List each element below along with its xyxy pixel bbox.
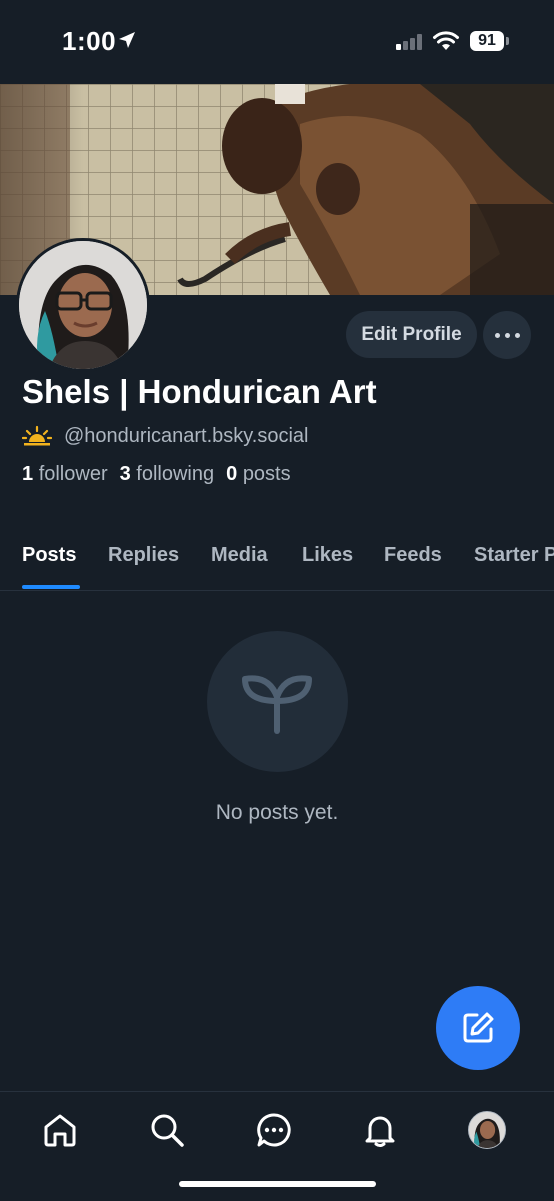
chat-icon[interactable] [256,1112,292,1148]
location-arrow-icon [119,32,135,48]
home-indicator [179,1181,376,1187]
active-tab-indicator [22,585,80,589]
tab-media[interactable]: Media [211,544,268,567]
posts-label: posts [242,463,291,485]
empty-state-message: No posts yet. [215,801,339,824]
sunrise-icon [22,425,52,446]
more-options-button[interactable] [483,311,531,359]
edit-profile-button[interactable]: Edit Profile [346,311,477,358]
status-bar: 1:00 91 [0,0,554,84]
search-icon[interactable] [149,1112,185,1148]
profile-handle: @honduricanart.bsky.social [64,424,309,447]
profile-avatar[interactable] [16,238,150,372]
wifi-icon [433,31,459,50]
ellipsis-icon-dot [515,333,520,338]
display-name: Shels | Hondurican Art [22,373,377,410]
compose-icon [463,1012,494,1043]
followers-stat[interactable]: 1 follower [22,463,108,485]
posts-stat: 0 posts [226,463,291,485]
profile-stats: 1 follower 3 following 0 posts [22,463,291,486]
cellular-signal-icon [396,34,422,50]
ellipsis-icon [495,333,500,338]
posts-count: 0 [226,463,238,485]
following-stat[interactable]: 3 following [120,463,215,485]
avatar-image [19,241,147,369]
profile-tabs: Posts Replies Media Likes Feeds Starter … [0,530,554,591]
nav-avatar-image [469,1112,505,1148]
home-icon[interactable] [42,1112,78,1148]
following-count: 3 [119,463,131,485]
followers-label: follower [38,463,108,485]
status-time: 1:00 [62,26,117,56]
tab-posts[interactable]: Posts [22,544,76,567]
tab-replies[interactable]: Replies [108,544,179,567]
empty-state-icon-circle [207,631,348,772]
profile-nav-avatar[interactable] [468,1111,506,1149]
battery-indicator: 91 [470,31,504,51]
tab-feeds[interactable]: Feeds [384,544,442,567]
followers-count: 1 [22,463,34,485]
battery-tip [506,37,509,45]
compose-post-button[interactable] [436,986,520,1070]
handle-row: @honduricanart.bsky.social [22,422,309,450]
following-label: following [136,463,215,485]
tab-starter-packs[interactable]: Starter Packs [474,544,554,567]
ellipsis-icon-dot [505,333,510,338]
tab-likes[interactable]: Likes [302,544,353,567]
bell-icon[interactable] [362,1112,398,1148]
sprout-icon [242,675,312,734]
